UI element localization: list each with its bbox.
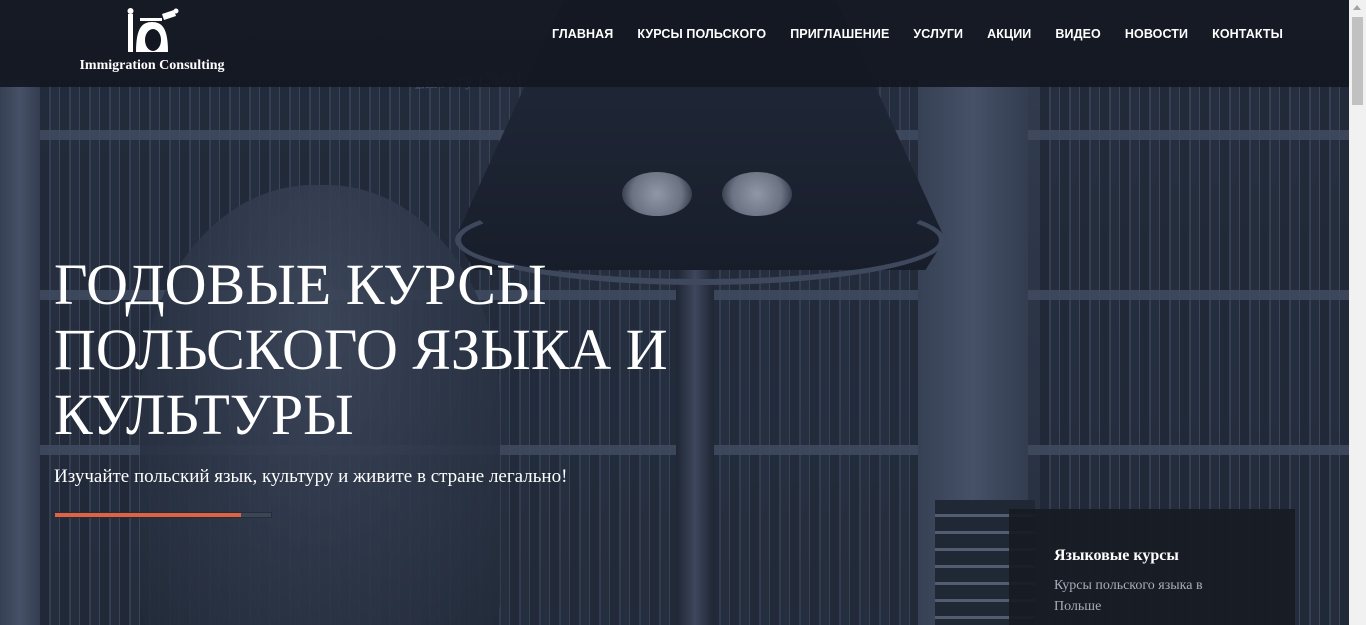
scroll-thumb[interactable] [1352, 17, 1363, 105]
nav-item-home[interactable]: ГЛАВНАЯ [540, 26, 625, 42]
main-navigation: ГЛАВНАЯ КУРСЫ ПОЛЬСКОГО ПРИГЛАШЕНИЕ УСЛУ… [540, 26, 1295, 42]
nav-item-news[interactable]: НОВОСТИ [1113, 26, 1200, 42]
hero-title: ГОДОВЫЕ КУРСЫ ПОЛЬСКОГО ЯЗЫКА И КУЛЬТУРЫ [54, 252, 668, 447]
nav-item-promotions[interactable]: АКЦИИ [975, 26, 1043, 42]
scroll-up-arrow-icon[interactable] [1353, 5, 1361, 10]
nav-item-services[interactable]: УСЛУГИ [901, 26, 975, 42]
nav-item-invitation[interactable]: ПРИГЛАШЕНИЕ [778, 26, 901, 42]
course-info-card[interactable]: Языковые курсы Курсы польского языка в П… [1009, 509, 1295, 625]
logo-icon [127, 8, 179, 52]
site-header: Immigration Consulting ГЛАВНАЯ КУРСЫ ПОЛ… [0, 0, 1349, 87]
slider-progress-bar [54, 512, 272, 518]
site-logo[interactable]: Immigration Consulting [62, 8, 242, 80]
card-title: Языковые курсы [1054, 547, 1179, 564]
nav-item-contacts[interactable]: КОНТАКТЫ [1200, 26, 1295, 42]
page-scrollbar[interactable] [1349, 0, 1366, 625]
nav-item-video[interactable]: ВИДЕО [1043, 26, 1112, 42]
hero-subtitle: Изучайте польский язык, культуру и живит… [54, 466, 568, 487]
logo-text: Immigration Consulting [79, 58, 225, 73]
nav-item-polish-courses[interactable]: КУРСЫ ПОЛЬСКОГО [625, 26, 778, 42]
slider-progress-fill [55, 513, 241, 517]
card-text: Курсы польского языка в Польше [1054, 578, 1203, 614]
